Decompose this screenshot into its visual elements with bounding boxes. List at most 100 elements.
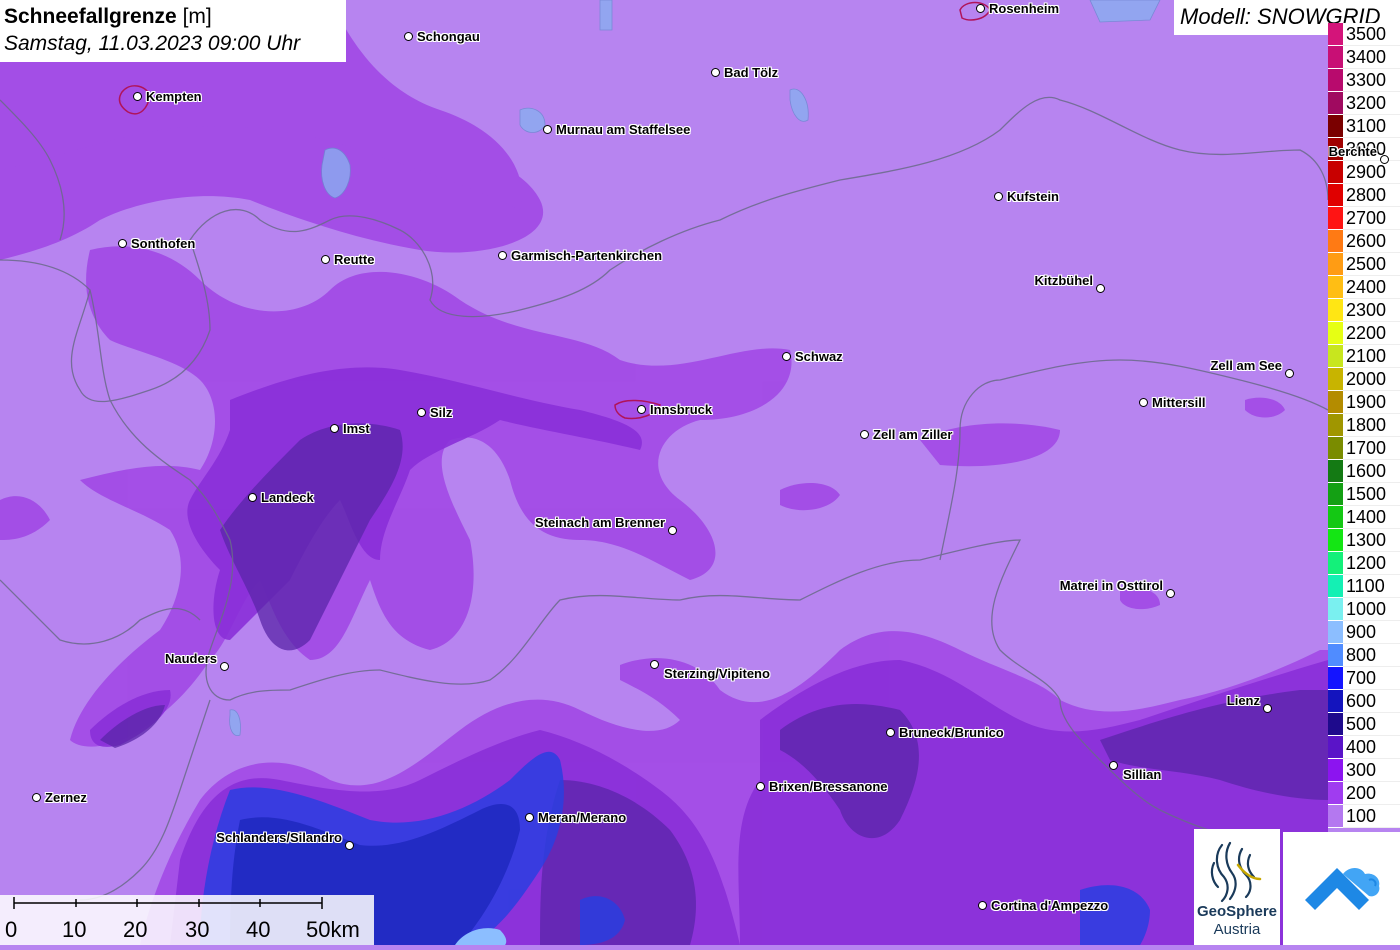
city-marker (133, 92, 142, 101)
legend-row-2600: 2600 (1328, 230, 1400, 253)
city-label: Sterzing/Vipiteno (664, 666, 770, 681)
scale-label-30: 30 (185, 917, 210, 942)
legend-label: 2000 (1343, 368, 1400, 391)
legend-label: 800 (1343, 644, 1400, 667)
legend-row-1400: 1400 (1328, 506, 1400, 529)
city-label: Kitzbühel (1034, 273, 1094, 288)
city-marker (976, 4, 985, 13)
legend-row-2300: 2300 (1328, 299, 1400, 322)
legend-label: 1700 (1343, 437, 1400, 460)
legend-swatch (1328, 23, 1343, 46)
legend-label: 100 (1343, 805, 1400, 828)
city-label: Lienz (1226, 693, 1260, 708)
legend-swatch (1328, 276, 1343, 299)
city-marker (118, 239, 127, 248)
legend-swatch (1328, 598, 1343, 621)
legend-label: 2400 (1343, 276, 1400, 299)
legend-swatch (1328, 437, 1343, 460)
legend-label: 2900 (1343, 161, 1400, 184)
legend-swatch (1328, 391, 1343, 414)
city-label: Zernez (45, 790, 87, 805)
legend-label: 3100 (1343, 115, 1400, 138)
city-label: Steinach am Brenner (534, 515, 665, 530)
legend-label: 2500 (1343, 253, 1400, 276)
city-marker (650, 660, 659, 669)
legend-swatch (1328, 667, 1343, 690)
legend-row-3100: 3100 (1328, 115, 1400, 138)
legend-swatch (1328, 46, 1343, 69)
legend-swatch (1328, 552, 1343, 575)
legend-label: 3200 (1343, 92, 1400, 115)
city-marker (994, 192, 1003, 201)
geosphere-country: Austria (1213, 921, 1261, 938)
city-marker (756, 782, 765, 791)
legend-label: 1300 (1343, 529, 1400, 552)
legend-row-500: 500 (1328, 713, 1400, 736)
parameter-unit: [m] (182, 5, 212, 28)
legend-row-2800: 2800 (1328, 184, 1400, 207)
legend-row-1100: 1100 (1328, 575, 1400, 598)
city-label: Schwaz (795, 349, 843, 364)
legend-label: 2700 (1343, 207, 1400, 230)
legend-label: 1400 (1343, 506, 1400, 529)
legend-label: 900 (1343, 621, 1400, 644)
city-marker (668, 526, 677, 535)
legend-swatch (1328, 506, 1343, 529)
legend-label: 1900 (1343, 391, 1400, 414)
city-marker (978, 901, 987, 910)
legend-swatch (1328, 805, 1343, 828)
legend-label: 3400 (1343, 46, 1400, 69)
cloud-logo[interactable] (1283, 832, 1400, 945)
city-label: Brixen/Bressanone (769, 779, 888, 794)
city-marker (711, 68, 720, 77)
legend-swatch (1328, 483, 1343, 506)
legend-row-100: 100 (1328, 805, 1400, 828)
city-label: Matrei in Osttirol (1059, 578, 1163, 593)
legend-swatch (1328, 529, 1343, 552)
legend-row-300: 300 (1328, 759, 1400, 782)
city-label: Sillian (1123, 767, 1162, 782)
legend-row-2400: 2400 (1328, 276, 1400, 299)
legend-swatch (1328, 368, 1343, 391)
legend-swatch (1328, 414, 1343, 437)
geosphere-name: GeoSphere (1196, 903, 1278, 920)
legend-label: 2600 (1343, 230, 1400, 253)
legend-swatch (1328, 92, 1343, 115)
legend-swatch (1328, 345, 1343, 368)
city-label: Innsbruck (650, 402, 713, 417)
city-label: Schongau (417, 29, 480, 44)
legend-swatch (1328, 782, 1343, 805)
legend-swatch (1328, 207, 1343, 230)
city-marker (1285, 369, 1294, 378)
city-marker (525, 813, 534, 822)
city-label: Imst (343, 421, 370, 436)
legend-row-700: 700 (1328, 667, 1400, 690)
city-marker (1109, 761, 1118, 770)
city-marker (417, 408, 426, 417)
legend-swatch (1328, 230, 1343, 253)
legend-swatch (1328, 115, 1343, 138)
legend-row-1600: 1600 (1328, 460, 1400, 483)
city-label: Silz (430, 405, 453, 420)
legend-label: 1200 (1343, 552, 1400, 575)
legend-label: 2300 (1343, 299, 1400, 322)
geosphere-emblem-icon (1210, 841, 1262, 903)
city-marker (404, 32, 413, 41)
city-marker (1380, 155, 1389, 164)
legend-row-2500: 2500 (1328, 253, 1400, 276)
legend-row-3300: 3300 (1328, 69, 1400, 92)
city-label: Bruneck/Brunico (899, 725, 1004, 740)
legend-row-3200: 3200 (1328, 92, 1400, 115)
city-marker (321, 255, 330, 264)
city-label: Reutte (334, 252, 375, 267)
legend-row-2000: 2000 (1328, 368, 1400, 391)
legend-row-1900: 1900 (1328, 391, 1400, 414)
city-marker (330, 424, 339, 433)
legend-row-900: 900 (1328, 621, 1400, 644)
legend-row-1800: 1800 (1328, 414, 1400, 437)
legend-label: 1600 (1343, 460, 1400, 483)
geosphere-logo[interactable]: GeoSphere Austria (1194, 829, 1280, 945)
legend-label: 2200 (1343, 322, 1400, 345)
legend-label: 600 (1343, 690, 1400, 713)
city-marker (1139, 398, 1148, 407)
